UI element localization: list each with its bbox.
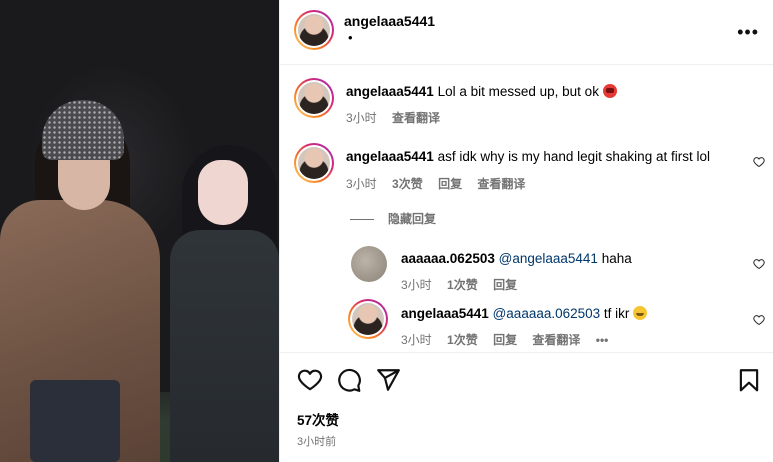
comment-username[interactable]: angelaaa5441 bbox=[346, 149, 434, 164]
reply-body: tf ikr bbox=[603, 306, 630, 321]
comment-text: angelaaa5441 asf idk why is my hand legi… bbox=[346, 148, 710, 166]
commenter-avatar[interactable] bbox=[294, 143, 334, 183]
post-time: 3小时前 bbox=[297, 436, 337, 448]
post-video[interactable] bbox=[0, 0, 279, 462]
translate-link[interactable]: 查看翻译 bbox=[392, 111, 440, 125]
heart-icon[interactable] bbox=[753, 314, 765, 326]
post-actions: 57次赞 3小时前 bbox=[280, 352, 773, 462]
author-avatar[interactable] bbox=[294, 10, 334, 50]
reply-avatar[interactable] bbox=[348, 243, 390, 285]
comment-meta: 3小时 查看翻译 bbox=[346, 109, 452, 126]
comment-username[interactable]: angelaaa5441 bbox=[346, 84, 434, 99]
reply-likes[interactable]: 1次赞 bbox=[447, 333, 478, 347]
comment-time: 3小时 bbox=[346, 177, 377, 191]
reply-mention[interactable]: @aaaaaa.062503 bbox=[493, 306, 601, 321]
reply-avatar[interactable] bbox=[348, 299, 388, 339]
reply-username[interactable]: aaaaaa.062503 bbox=[401, 251, 495, 266]
post-container: angelaaa5441 • ••• angelaaa5441 Lol a bi… bbox=[0, 0, 773, 462]
person-right-face bbox=[198, 160, 248, 225]
heart-icon[interactable] bbox=[753, 156, 765, 168]
reply-likes[interactable]: 1次赞 bbox=[447, 278, 478, 292]
reply-text: angelaaa5441 @aaaaaa.062503 tf ikr bbox=[401, 305, 648, 323]
bookmark-icon[interactable] bbox=[736, 367, 762, 393]
reply-text: aaaaaa.062503 @angelaaa5441 haha bbox=[401, 250, 632, 268]
hide-replies-button[interactable]: 隐藏回复 bbox=[350, 210, 436, 227]
comment-likes[interactable]: 3次赞 bbox=[392, 177, 423, 191]
reply-button[interactable]: 回复 bbox=[493, 333, 517, 347]
reply-body: haha bbox=[601, 251, 632, 266]
translate-link[interactable]: 查看翻译 bbox=[532, 333, 580, 347]
comment-meta: 3小时 3次赞 回复 查看翻译 bbox=[346, 175, 537, 192]
share-icon[interactable] bbox=[375, 367, 401, 393]
angry-emoji-icon bbox=[602, 84, 617, 98]
comments-list: angelaaa5441 Lol a bit messed up, but ok… bbox=[280, 65, 773, 351]
reply-more-icon[interactable]: ••• bbox=[596, 333, 609, 347]
comment-text: angelaaa5441 Lol a bit messed up, but ok bbox=[346, 83, 617, 101]
person-right-body bbox=[170, 230, 279, 462]
author-username[interactable]: angelaaa5441 bbox=[344, 13, 435, 29]
reply-button[interactable]: 回复 bbox=[493, 278, 517, 292]
replies-line bbox=[350, 219, 374, 221]
more-icon[interactable]: ••• bbox=[737, 22, 759, 43]
hide-replies-label: 隐藏回复 bbox=[388, 212, 437, 226]
translate-link[interactable]: 查看翻译 bbox=[477, 177, 525, 191]
person-left-legs bbox=[30, 380, 120, 462]
reply-username[interactable]: angelaaa5441 bbox=[401, 306, 489, 321]
reply-button[interactable]: 回复 bbox=[438, 177, 462, 191]
commenter-avatar[interactable] bbox=[294, 78, 334, 118]
reply-time: 3小时 bbox=[401, 333, 432, 347]
comment-icon[interactable] bbox=[336, 367, 362, 393]
comment-body: Lol a bit messed up, but ok bbox=[437, 84, 599, 99]
reply-mention[interactable]: @angelaaa5441 bbox=[499, 251, 598, 266]
heart-icon[interactable] bbox=[753, 258, 765, 270]
audio-dot: • bbox=[348, 30, 353, 45]
like-count[interactable]: 57次赞 bbox=[297, 409, 339, 429]
post-header: angelaaa5441 • ••• bbox=[280, 0, 773, 65]
sweat-smile-emoji-icon bbox=[633, 306, 648, 320]
heart-icon[interactable] bbox=[297, 367, 323, 393]
reply-meta: 3小时 1次赞 回复 查看翻译 ••• bbox=[401, 331, 620, 348]
reply-time: 3小时 bbox=[401, 278, 432, 292]
comment-time: 3小时 bbox=[346, 111, 377, 125]
comment-body: asf idk why is my hand legit shaking at … bbox=[437, 149, 710, 164]
reply-meta: 3小时 1次赞 回复 bbox=[401, 276, 529, 293]
post-sidebar: angelaaa5441 • ••• angelaaa5441 Lol a bi… bbox=[279, 0, 773, 462]
